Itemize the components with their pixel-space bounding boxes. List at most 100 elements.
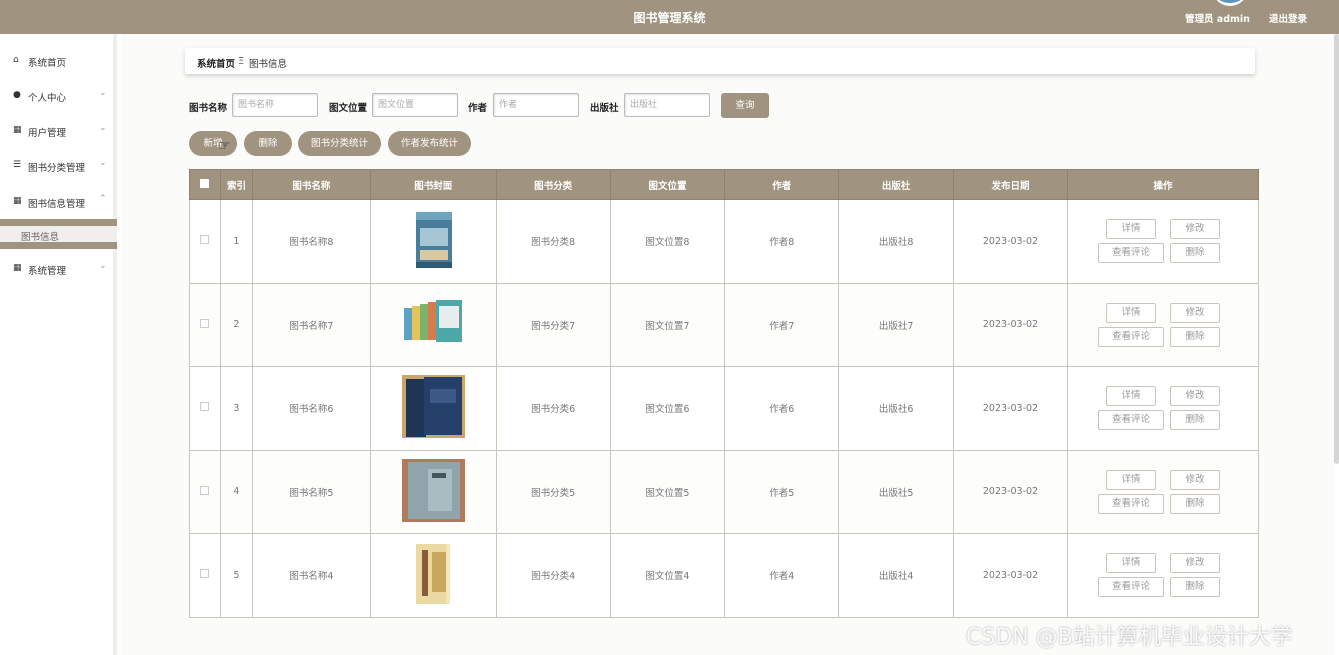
book-cover-image[interactable] xyxy=(402,542,465,605)
search-publisher-label: 出版社 xyxy=(590,103,619,114)
chevron-down-icon: ⌄ xyxy=(99,261,107,271)
edit-button[interactable]: 修改 xyxy=(1169,469,1220,490)
book-cover-image[interactable] xyxy=(402,208,465,271)
cell-publisher: 出版社8 xyxy=(838,199,955,284)
main-content: 系统首页 Ξ 图书信息 图书名称 图文位置 作者 出版社 查询 新增 删除 图书… xyxy=(121,34,1334,655)
row-delete-button[interactable]: 删除 xyxy=(1169,410,1220,431)
sidebar-item-label: 系统管理 xyxy=(28,266,67,277)
cell-position: 图文位置8 xyxy=(609,199,726,284)
search-author-input[interactable] xyxy=(493,93,579,117)
cell-ops: 详情 修改 查看评论 删除 xyxy=(1066,282,1260,367)
comments-button[interactable]: 查看评论 xyxy=(1097,243,1164,264)
edit-button[interactable]: 修改 xyxy=(1169,553,1220,574)
detail-button[interactable]: 详情 xyxy=(1105,386,1156,407)
cell-name: 图书名称5 xyxy=(251,449,371,534)
cell-date: 2023-03-02 xyxy=(953,533,1068,618)
page-scrollbar[interactable] xyxy=(1334,34,1339,464)
col-header: 出版社 xyxy=(838,169,955,200)
cell-name: 图书名称4 xyxy=(251,533,371,618)
table-row: 1 图书名称8 图书分类8 图文位置8 作者8 出版社8 2023-03-02 xyxy=(189,199,1260,284)
cell-author: 作者7 xyxy=(724,282,840,367)
sidebar-item-category[interactable]: ☰ 图书分类管理 ⌄ xyxy=(0,154,117,178)
row-checkbox[interactable] xyxy=(200,402,210,412)
breadcrumb-home[interactable]: 系统首页 xyxy=(197,56,235,70)
sidebar-item-book-info[interactable]: ▦ 图书信息管理 ⌃ xyxy=(0,190,117,214)
edit-button[interactable]: 修改 xyxy=(1169,219,1220,240)
cell-ops: 详情 修改 查看评论 删除 xyxy=(1066,449,1260,534)
avatar[interactable] xyxy=(1212,0,1248,6)
sidebar-item-home[interactable]: ⌂ 系统首页 xyxy=(0,49,117,73)
cell-author: 作者5 xyxy=(724,449,840,534)
chevron-down-icon: ⌄ xyxy=(99,158,107,168)
grid-icon: ▦ xyxy=(13,196,22,206)
comments-button[interactable]: 查看评论 xyxy=(1097,326,1164,347)
comments-button[interactable]: 查看评论 xyxy=(1097,577,1164,598)
book-cover-image[interactable] xyxy=(402,292,465,355)
cell-cover xyxy=(369,282,497,367)
sidebar-item-label: 图书信息管理 xyxy=(28,199,86,210)
submenu-divider xyxy=(0,242,117,249)
row-delete-button[interactable]: 删除 xyxy=(1169,243,1220,264)
logout-link[interactable]: 退出登录 xyxy=(1269,11,1307,25)
cell-position: 图文位置5 xyxy=(609,449,726,534)
sidebar-item-label: 用户管理 xyxy=(28,128,67,139)
cell-date: 2023-03-02 xyxy=(953,366,1068,451)
row-checkbox[interactable] xyxy=(200,318,210,328)
sidebar-item-system[interactable]: ▦ 系统管理 ⌄ xyxy=(0,257,117,281)
select-all-checkbox[interactable] xyxy=(200,178,210,188)
search-position-input[interactable] xyxy=(372,93,458,117)
row-delete-button[interactable]: 删除 xyxy=(1169,577,1220,598)
top-bar: 图书管理系统 管理员 admin 退出登录 xyxy=(0,0,1339,34)
table-row: 5 图书名称4 图书分类4 图文位置4 作者4 出版社4 2023-03-02 xyxy=(189,533,1260,618)
category-stats-button[interactable]: 图书分类统计 xyxy=(298,131,381,156)
sidebar-item-profile[interactable]: ● 个人中心 ⌄ xyxy=(0,84,117,108)
row-delete-button[interactable]: 删除 xyxy=(1169,326,1220,347)
cell-index: 3 xyxy=(219,366,253,451)
search-position-label: 图文位置 xyxy=(329,103,368,114)
edit-button[interactable]: 修改 xyxy=(1169,302,1220,323)
select-all-cell[interactable] xyxy=(189,169,221,200)
row-checkbox[interactable] xyxy=(200,569,210,579)
cell-index: 2 xyxy=(219,282,253,367)
comments-button[interactable]: 查看评论 xyxy=(1097,493,1164,514)
search-name-input[interactable] xyxy=(232,93,318,117)
hand-cursor-icon: ☞ xyxy=(218,138,231,154)
query-button[interactable]: 查询 xyxy=(721,93,769,118)
comments-button[interactable]: 查看评论 xyxy=(1097,410,1164,431)
col-header: 图书名称 xyxy=(251,169,371,200)
detail-button[interactable]: 详情 xyxy=(1105,302,1156,323)
detail-button[interactable]: 详情 xyxy=(1105,469,1156,490)
sidebar-subitem-book-info[interactable]: 图书信息 xyxy=(0,226,117,243)
cell-author: 作者8 xyxy=(724,199,840,284)
user-label: 管理员 admin xyxy=(1185,14,1250,25)
grid-icon: ▦ xyxy=(13,263,22,273)
sidebar-item-users[interactable]: ▦ 用户管理 ⌄ xyxy=(0,119,117,143)
cell-position: 图文位置7 xyxy=(609,282,726,367)
book-cover-image[interactable] xyxy=(401,375,465,439)
col-header: 图书封面 xyxy=(369,169,497,200)
cell-ops: 详情 修改 查看评论 删除 xyxy=(1066,533,1260,618)
detail-button[interactable]: 详情 xyxy=(1105,219,1156,240)
detail-button[interactable]: 详情 xyxy=(1105,553,1156,574)
cell-category: 图书分类6 xyxy=(495,366,611,451)
cell-cover xyxy=(369,199,497,284)
row-checkbox[interactable] xyxy=(200,235,210,245)
col-header: 图文位置 xyxy=(609,169,726,200)
row-delete-button[interactable]: 删除 xyxy=(1169,493,1220,514)
home-icon: ⌂ xyxy=(13,55,19,65)
breadcrumb: 系统首页 Ξ 图书信息 xyxy=(185,48,1255,74)
edit-button[interactable]: 修改 xyxy=(1169,386,1220,407)
cell-name: 图书名称8 xyxy=(251,199,371,284)
author-stats-button[interactable]: 作者发布统计 xyxy=(388,131,471,156)
row-checkbox[interactable] xyxy=(200,485,210,495)
cell-publisher: 出版社5 xyxy=(838,449,955,534)
cell-category: 图书分类8 xyxy=(495,199,611,284)
cell-date: 2023-03-02 xyxy=(953,282,1068,367)
cell-name: 图书名称7 xyxy=(251,282,371,367)
delete-button[interactable]: 删除 xyxy=(244,131,292,156)
cell-category: 图书分类4 xyxy=(495,533,611,618)
col-header: 操作 xyxy=(1066,169,1260,200)
sidebar-item-label: 个人中心 xyxy=(28,93,67,104)
search-publisher-input[interactable] xyxy=(624,93,710,117)
book-cover-image[interactable] xyxy=(401,458,465,522)
